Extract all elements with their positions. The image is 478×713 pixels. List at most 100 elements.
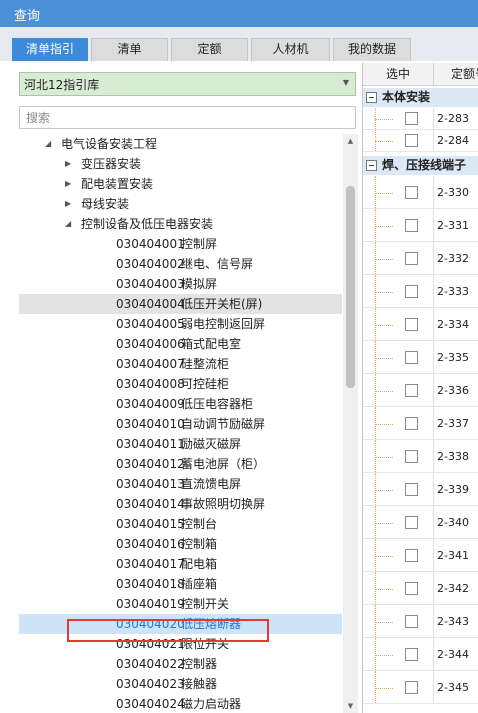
row-checkbox[interactable]: [405, 681, 418, 694]
library-select[interactable]: 河北12指引库 ▼: [19, 72, 356, 96]
tree-item[interactable]: 030404019 控制开关: [19, 594, 342, 614]
scrollbar-thumb[interactable]: [346, 186, 355, 388]
tree-item[interactable]: 030404005 弱电控制返回屏: [19, 314, 342, 334]
row-checkbox[interactable]: [405, 351, 418, 364]
collapse-toggle-icon[interactable]: [366, 160, 377, 171]
row-checkbox[interactable]: [405, 582, 418, 595]
tree-item[interactable]: 030404006 箱式配电室: [19, 334, 342, 354]
quota-panel: 选中 定额号 本体安装 2-283 2-284 焊、压接线端子 2-330 2-331 2-…: [362, 63, 478, 713]
row-checkbox[interactable]: [405, 318, 418, 331]
row-checkbox[interactable]: [405, 186, 418, 199]
tree-item[interactable]: 030404011 励磁灭磁屏: [19, 434, 342, 454]
quota-row[interactable]: 2-343: [363, 605, 478, 638]
tree-node-group[interactable]: ▶ 配电装置安装: [19, 174, 342, 194]
quota-code: 2-284: [437, 134, 469, 147]
item-code: 030404008: [116, 377, 185, 391]
tab-my-data[interactable]: 我的数据: [333, 38, 411, 61]
quota-row[interactable]: 2-336: [363, 374, 478, 407]
tree-item[interactable]: 030404017 配电箱: [19, 554, 342, 574]
tree-item[interactable]: 030404015 控制台: [19, 514, 342, 534]
quota-row[interactable]: 2-337: [363, 407, 478, 440]
quota-row[interactable]: 2-335: [363, 341, 478, 374]
column-header-quota-code: 定额号: [451, 67, 478, 81]
tree-node-group[interactable]: ▶ 母线安装: [19, 194, 342, 214]
quota-row[interactable]: 2-333: [363, 275, 478, 308]
row-checkbox[interactable]: [405, 450, 418, 463]
tree-line: [375, 473, 376, 505]
tree-item[interactable]: 030404023 接触器: [19, 674, 342, 694]
quota-row[interactable]: 2-339: [363, 473, 478, 506]
tab-labor-materials[interactable]: 人材机: [251, 38, 330, 61]
tab-quota[interactable]: 定额: [171, 38, 248, 61]
quota-code: 2-331: [437, 219, 469, 232]
tree-item[interactable]: 030404001 控制屏: [19, 234, 342, 254]
tree-item[interactable]: 030404022 控制器: [19, 654, 342, 674]
collapsed-arrow-icon[interactable]: ▶: [65, 174, 71, 194]
scroll-down-icon[interactable]: ▼: [343, 699, 358, 713]
tree-line: [375, 655, 393, 656]
tree-item[interactable]: 030404004 低压开关柜(屏): [19, 294, 342, 314]
search-input[interactable]: [19, 106, 356, 129]
quota-row[interactable]: 2-283: [363, 108, 478, 130]
tree-line: [375, 358, 393, 359]
row-checkbox[interactable]: [405, 285, 418, 298]
item-name: 箱式配电室: [181, 337, 242, 351]
scroll-up-icon[interactable]: ▲: [343, 134, 358, 148]
row-checkbox[interactable]: [405, 417, 418, 430]
collapsed-arrow-icon[interactable]: ▶: [65, 154, 71, 174]
tree-item[interactable]: 030404016 控制箱: [19, 534, 342, 554]
tree-item[interactable]: 030404018 插座箱: [19, 574, 342, 594]
quota-row[interactable]: 2-345: [363, 671, 478, 704]
tree-line: [375, 440, 376, 472]
group-header[interactable]: 焊、压接线端子: [363, 156, 478, 175]
tree-item[interactable]: 030404007 硅整流柜: [19, 354, 342, 374]
tree-item[interactable]: 030404010 自动调节励磁屏: [19, 414, 342, 434]
tree-line: [375, 325, 393, 326]
tree-item[interactable]: 030404002 继电、信号屏: [19, 254, 342, 274]
collapse-toggle-icon[interactable]: [366, 92, 377, 103]
tree-item[interactable]: 030404014 事故照明切换屏: [19, 494, 342, 514]
tab-list-guide[interactable]: 清单指引: [12, 38, 88, 61]
collapsed-arrow-icon[interactable]: ▶: [65, 194, 71, 214]
expanded-arrow-icon[interactable]: ◢: [65, 214, 71, 234]
row-checkbox[interactable]: [405, 615, 418, 628]
item-code: 030404005: [116, 317, 185, 331]
row-checkbox[interactable]: [405, 384, 418, 397]
group-header[interactable]: 本体安装: [363, 88, 478, 107]
expanded-arrow-icon[interactable]: ◢: [45, 134, 51, 154]
select-cell: [363, 130, 434, 151]
row-checkbox[interactable]: [405, 483, 418, 496]
row-checkbox[interactable]: [405, 112, 418, 125]
quota-row[interactable]: 2-340: [363, 506, 478, 539]
tree-item[interactable]: 030404013 直流馈电屏: [19, 474, 342, 494]
row-checkbox[interactable]: [405, 134, 418, 147]
tab-bill[interactable]: 清单: [91, 38, 168, 61]
select-cell: [363, 308, 434, 340]
row-checkbox[interactable]: [405, 219, 418, 232]
tree-node-group[interactable]: ▶ 变压器安装: [19, 154, 342, 174]
tree-item[interactable]: 030404012 蓄电池屏（柜）: [19, 454, 342, 474]
tree-node-group-open[interactable]: ◢ 控制设备及低压电器安装: [19, 214, 342, 234]
tree-item[interactable]: 030404024 磁力启动器: [19, 694, 342, 713]
select-cell: [363, 374, 434, 406]
row-checkbox[interactable]: [405, 516, 418, 529]
row-checkbox[interactable]: [405, 252, 418, 265]
row-checkbox[interactable]: [405, 549, 418, 562]
tree-item[interactable]: 030404008 可控硅柜: [19, 374, 342, 394]
tree-node-root[interactable]: ◢ 电气设备安装工程: [19, 134, 342, 154]
tree-item[interactable]: 030404003 模拟屏: [19, 274, 342, 294]
tree-item[interactable]: 030404009 低压电容器柜: [19, 394, 342, 414]
quota-row[interactable]: 2-332: [363, 242, 478, 275]
quota-row[interactable]: 2-334: [363, 308, 478, 341]
quota-row[interactable]: 2-331: [363, 209, 478, 242]
quota-row[interactable]: 2-330: [363, 176, 478, 209]
quota-row[interactable]: 2-338: [363, 440, 478, 473]
quota-row[interactable]: 2-344: [363, 638, 478, 671]
tree-node-label: 母线安装: [81, 197, 130, 211]
item-name: 模拟屏: [181, 277, 218, 291]
row-checkbox[interactable]: [405, 648, 418, 661]
quota-row[interactable]: 2-284: [363, 130, 478, 152]
quota-row[interactable]: 2-341: [363, 539, 478, 572]
tree-scrollbar[interactable]: ▲ ▼: [343, 134, 358, 713]
quota-row[interactable]: 2-342: [363, 572, 478, 605]
